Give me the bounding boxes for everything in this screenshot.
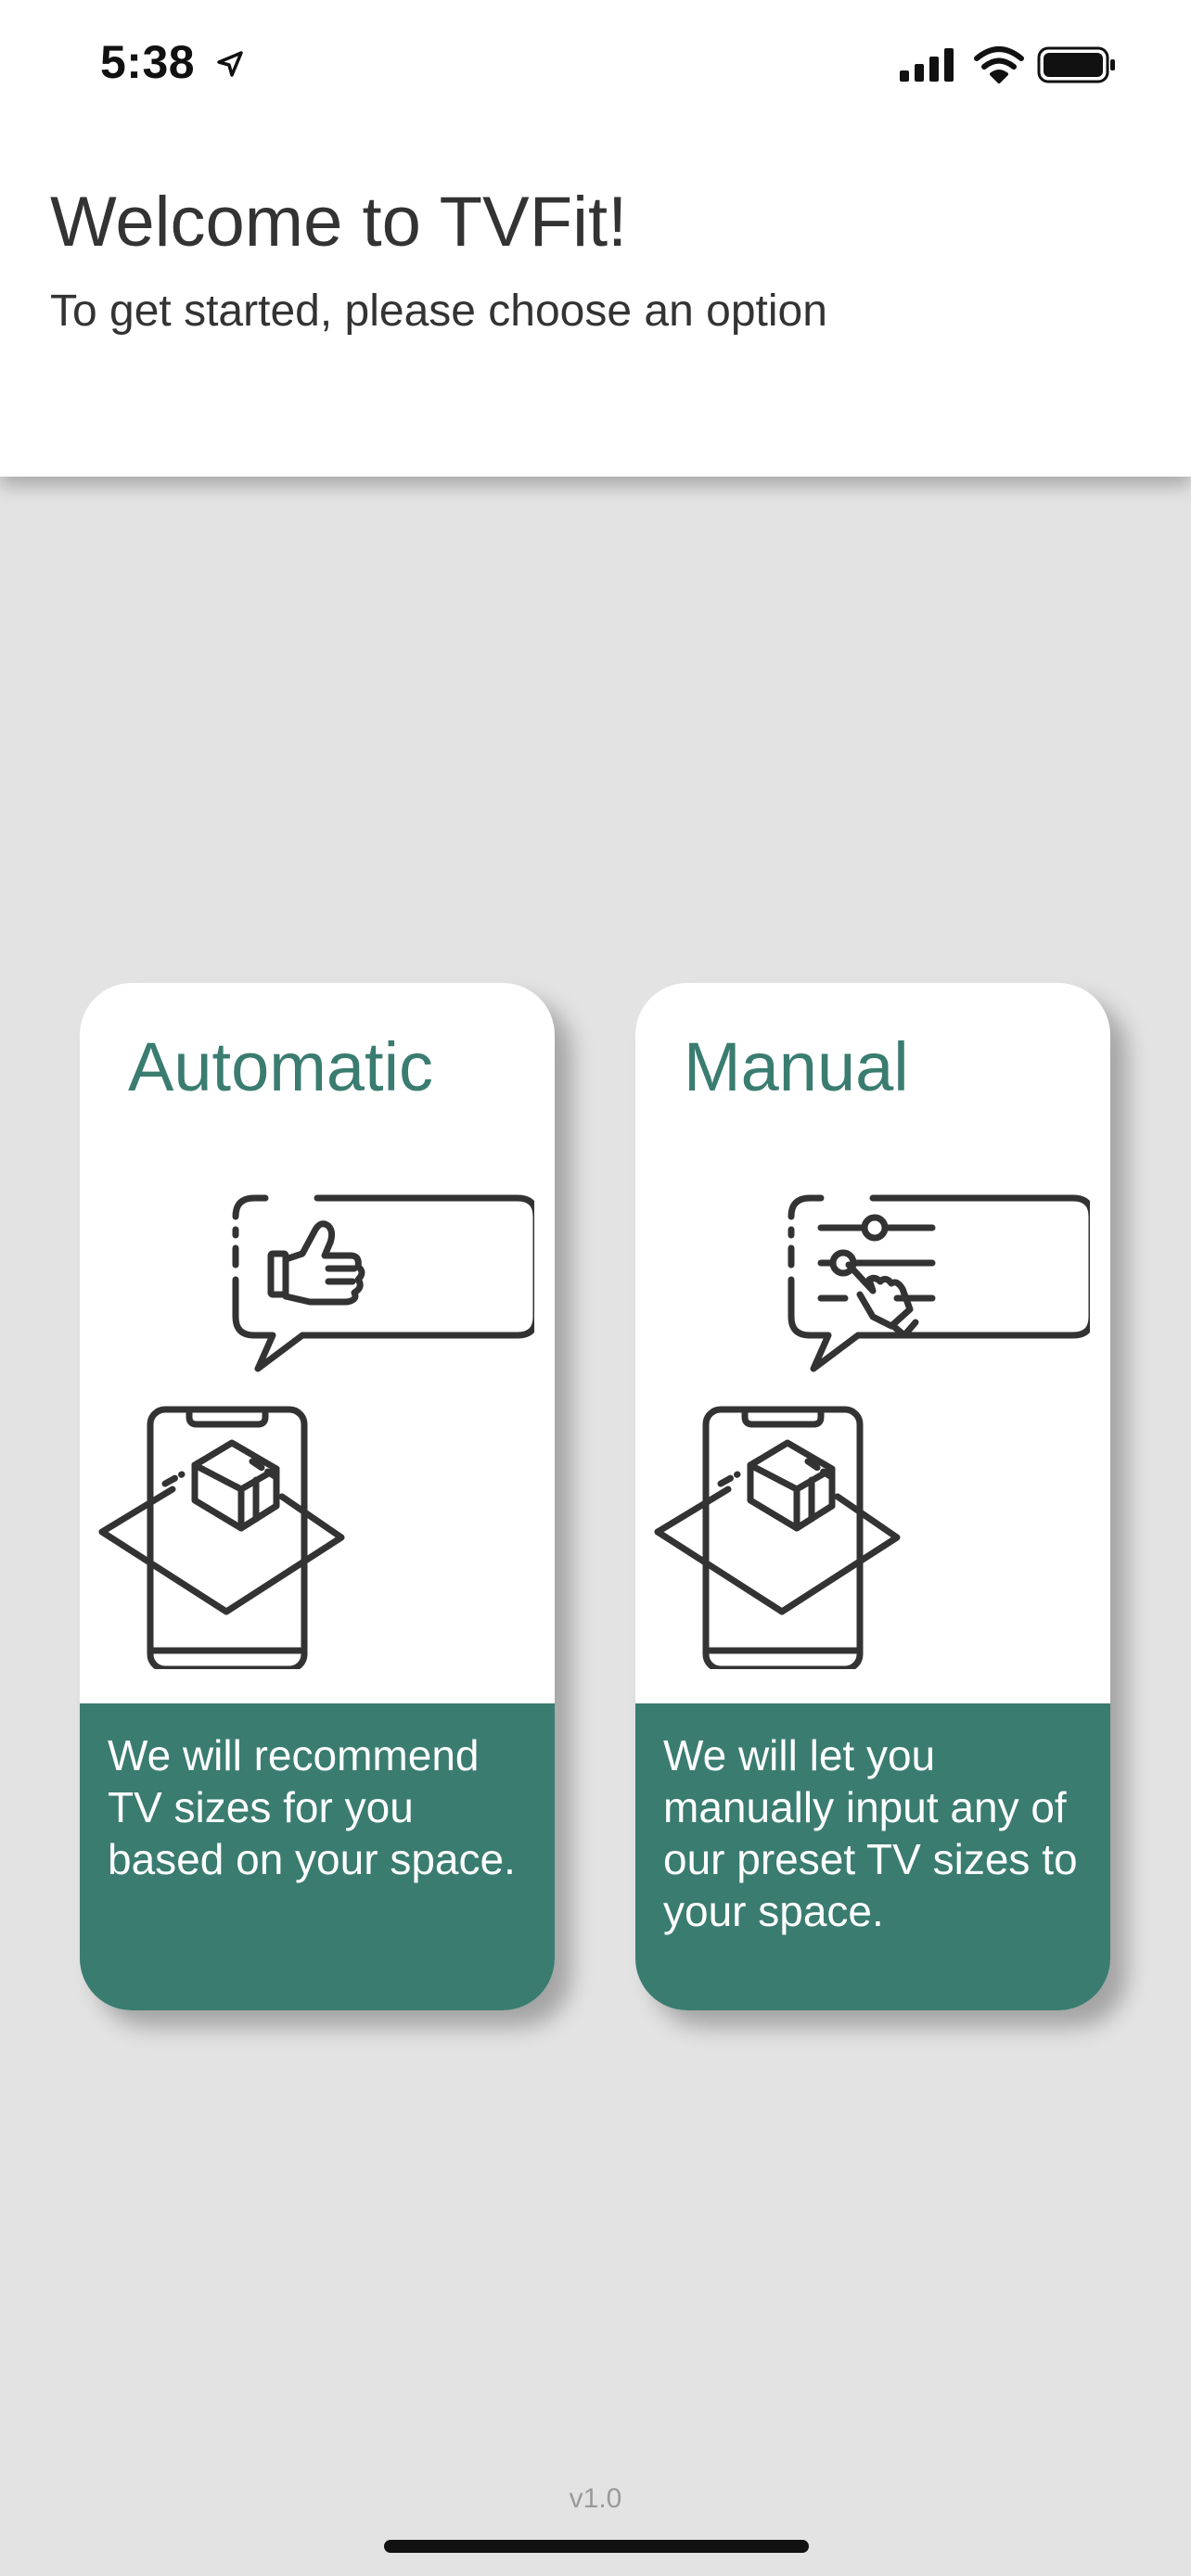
card-footer: We will let you manually input any of ou…: [635, 1703, 1110, 2010]
card-footer: We will recommend TV sizes for you based…: [80, 1703, 555, 2010]
status-time: 5:38: [100, 36, 196, 88]
battery-icon: [1037, 46, 1115, 83]
page-title: Welcome to TVFit!: [50, 183, 628, 261]
phone-ar-sliders-icon: [654, 1194, 1090, 1669]
card-title: Automatic: [128, 1028, 434, 1105]
app-version: v1.0: [569, 2483, 622, 2514]
location-arrow-icon: [217, 51, 243, 77]
cellular-signal-icon: [900, 48, 954, 82]
card-description: We will recommend TV sizes for you based…: [108, 1731, 516, 1883]
phone-ar-thumbs-up-icon: [98, 1194, 534, 1669]
wifi-icon: [974, 46, 1024, 83]
card-title: Manual: [684, 1028, 909, 1105]
header: 5:38 Welcome to TVFit! To get started, p…: [0, 0, 1191, 477]
automatic-option-card[interactable]: Automatic We will recommend TV sizes for…: [80, 983, 555, 2010]
manual-option-card[interactable]: Manual We will let you manually input an…: [635, 983, 1110, 2010]
page-subtitle: To get started, please choose an option: [50, 287, 827, 336]
home-indicator[interactable]: [384, 2540, 809, 2553]
card-description: We will let you manually input any of ou…: [663, 1731, 1078, 1935]
